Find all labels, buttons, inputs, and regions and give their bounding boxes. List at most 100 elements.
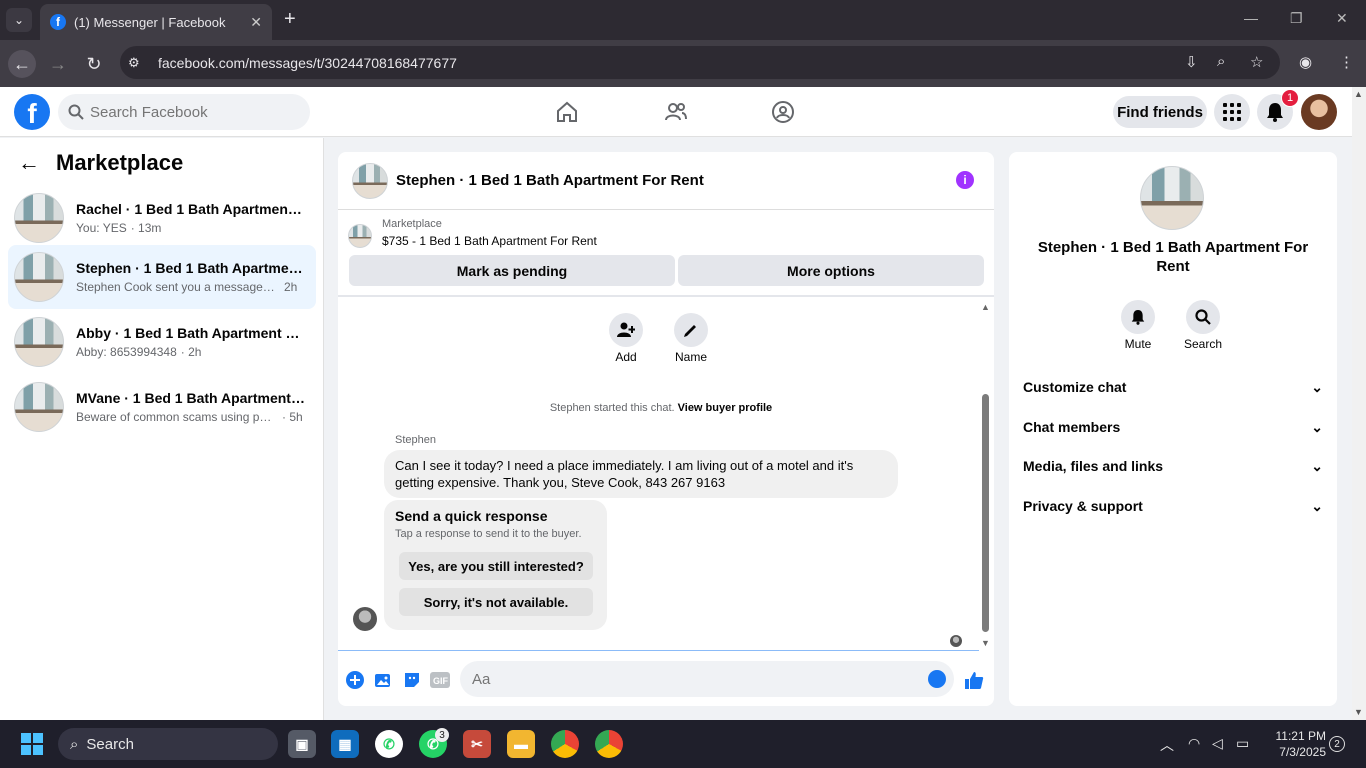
conversation-preview: You: YES bbox=[76, 221, 127, 235]
section-label: Media, files and links bbox=[1023, 458, 1164, 474]
photo-icon[interactable] bbox=[373, 670, 393, 690]
chat-members-section[interactable]: Chat members ⌄ bbox=[1023, 412, 1323, 442]
add-label: Add bbox=[615, 350, 637, 364]
conversation-item[interactable]: Rachel · 1 Bed 1 Bath Apartment F... You… bbox=[8, 186, 316, 250]
info-icon[interactable]: i bbox=[956, 171, 974, 189]
pencil-icon[interactable] bbox=[674, 313, 708, 347]
notification-center-badge[interactable]: 2 bbox=[1329, 736, 1345, 752]
conversation-name: Abby · 1 Bed 1 Bath Apartment For... bbox=[76, 325, 306, 341]
zoom-icon[interactable]: ⌕ bbox=[1217, 53, 1225, 70]
quick-response-title: Send a quick response bbox=[395, 508, 548, 524]
back-arrow-icon[interactable]: ← bbox=[18, 150, 40, 176]
battery-icon[interactable]: ▭ bbox=[1236, 735, 1249, 752]
mute-label: Mute bbox=[1124, 337, 1152, 351]
scroll-down-icon[interactable]: ▼ bbox=[1354, 707, 1363, 717]
facebook-search[interactable] bbox=[58, 94, 310, 130]
add-person-icon[interactable] bbox=[609, 313, 643, 347]
wifi-icon[interactable]: ◠ bbox=[1188, 735, 1200, 752]
scroll-up-icon[interactable]: ▲ bbox=[1354, 89, 1363, 99]
customize-chat-section[interactable]: Customize chat ⌄ bbox=[1023, 372, 1323, 402]
account-avatar[interactable] bbox=[1301, 94, 1337, 130]
profile-icon[interactable]: ◉ bbox=[1299, 53, 1312, 71]
mark-pending-button[interactable]: Mark as pending bbox=[349, 255, 675, 286]
install-app-icon[interactable]: ⇩ bbox=[1185, 53, 1198, 71]
emoji-icon[interactable] bbox=[928, 670, 946, 688]
started-text: Stephen started this chat. bbox=[549, 402, 675, 414]
back-button[interactable]: ← bbox=[8, 50, 36, 78]
chrome-profile-icon[interactable] bbox=[595, 730, 623, 758]
conversation-name: Stephen · 1 Bed 1 Bath Apartment ... bbox=[76, 260, 306, 276]
clock-date: 7/3/2025 bbox=[1279, 745, 1326, 759]
listing-summary[interactable]: Marketplace $735 - 1 Bed 1 Bath Apartmen… bbox=[348, 218, 597, 248]
privacy-support-section[interactable]: Privacy & support ⌄ bbox=[1023, 491, 1323, 521]
section-label: Privacy & support bbox=[1023, 498, 1143, 514]
thumbs-up-icon[interactable] bbox=[964, 670, 984, 690]
restore-icon[interactable]: ❐ bbox=[1290, 10, 1303, 27]
snipping-tool-icon[interactable]: ✂ bbox=[463, 730, 491, 758]
site-info-icon[interactable]: ⚙ bbox=[128, 55, 152, 71]
conversation-item[interactable]: MVane · 1 Bed 1 Bath Apartment F... Bewa… bbox=[8, 375, 316, 439]
tab-search-button[interactable]: ⌄ bbox=[6, 8, 32, 32]
facebook-header: f Find friends bbox=[0, 87, 1352, 137]
conversation-item-active[interactable]: Stephen · 1 Bed 1 Bath Apartment ... Ste… bbox=[8, 245, 316, 309]
quick-reply-yes-button[interactable]: Yes, are you still interested? bbox=[399, 552, 593, 580]
chat-scrollbar[interactable]: ▲ ▼ bbox=[980, 302, 990, 648]
conversation-preview: Beware of common scams using pay... bbox=[76, 410, 276, 424]
scroll-up-icon[interactable]: ▲ bbox=[981, 302, 990, 312]
minimize-icon[interactable]: — bbox=[1244, 10, 1258, 26]
mute-bell-icon[interactable] bbox=[1121, 300, 1155, 334]
bookmark-star-icon[interactable]: ☆ bbox=[1250, 53, 1263, 71]
browser-tab[interactable]: f (1) Messenger | Facebook ✕ bbox=[40, 4, 272, 40]
volume-icon[interactable]: ◁ bbox=[1212, 735, 1223, 752]
search-input[interactable] bbox=[90, 103, 290, 121]
forward-button[interactable]: → bbox=[44, 50, 72, 78]
listing-avatar[interactable] bbox=[1140, 166, 1204, 230]
taskbar-clock[interactable]: 11:21 PM 7/3/2025 bbox=[1262, 728, 1326, 760]
chevron-down-icon: ⌄ bbox=[1311, 497, 1323, 514]
message-input[interactable] bbox=[472, 670, 912, 688]
listing-price: $735 - 1 Bed 1 Bath Apartment For Rent bbox=[382, 234, 597, 248]
gif-icon[interactable]: GIF bbox=[430, 670, 450, 690]
chat-thumbnail[interactable] bbox=[352, 162, 388, 199]
reload-button[interactable]: ↻ bbox=[80, 50, 108, 78]
chat-title[interactable]: Stephen · 1 Bed 1 Bath Apartment For Ren… bbox=[396, 172, 704, 189]
sticker-icon[interactable] bbox=[402, 670, 422, 690]
scroll-thumb[interactable] bbox=[982, 394, 989, 632]
find-friends-button[interactable]: Find friends bbox=[1113, 96, 1207, 128]
conversation-item[interactable]: Abby · 1 Bed 1 Bath Apartment For... Abb… bbox=[8, 310, 316, 374]
close-window-icon[interactable]: ✕ bbox=[1336, 10, 1348, 27]
scroll-down-icon[interactable]: ▼ bbox=[981, 638, 990, 648]
marketplace-chat-list: ← Marketplace Rachel · 1 Bed 1 Bath Apar… bbox=[0, 138, 324, 720]
page-scrollbar[interactable]: ▲ ▼ bbox=[1352, 87, 1366, 720]
chrome-icon[interactable] bbox=[551, 730, 579, 758]
plus-circle-icon[interactable] bbox=[345, 670, 365, 690]
quick-response-card: Send a quick response Tap a response to … bbox=[384, 500, 607, 630]
more-options-button[interactable]: More options bbox=[678, 255, 984, 286]
message-input-box[interactable] bbox=[460, 661, 954, 697]
chevron-up-icon[interactable]: ︿ bbox=[1160, 735, 1174, 755]
store-icon[interactable]: ▦ bbox=[331, 730, 359, 758]
message-bubble[interactable]: Can I see it today? I need a place immed… bbox=[384, 450, 898, 498]
media-files-section[interactable]: Media, files and links ⌄ bbox=[1023, 451, 1323, 481]
quick-reply-sorry-button[interactable]: Sorry, it's not available. bbox=[399, 588, 593, 616]
windows-taskbar: ⌕ Search ▣ ▦ ✆ ✆ 3 ✂ ▬ ︿ ◠ ◁ ▭ 11:21 PM … bbox=[0, 720, 1366, 768]
whatsapp-icon[interactable]: ✆ bbox=[375, 730, 403, 758]
windows-start-icon[interactable] bbox=[21, 733, 43, 755]
taskbar-search[interactable]: ⌕ Search bbox=[58, 728, 278, 760]
menu-icon[interactable]: ⋮ bbox=[1339, 53, 1354, 71]
chat-header: Stephen · 1 Bed 1 Bath Apartment For Ren… bbox=[338, 152, 994, 210]
listing-label: Marketplace bbox=[382, 218, 442, 230]
new-tab-button[interactable]: + bbox=[284, 9, 296, 29]
composer-divider bbox=[338, 650, 979, 651]
home-icon[interactable] bbox=[554, 99, 580, 125]
file-explorer-icon[interactable]: ▬ bbox=[507, 730, 535, 758]
url-bar[interactable]: ⚙ facebook.com/messages/t/30244708168477… bbox=[120, 46, 1280, 79]
close-tab-icon[interactable]: ✕ bbox=[250, 14, 262, 31]
facebook-logo-icon[interactable]: f bbox=[14, 94, 50, 130]
task-view-icon[interactable]: ▣ bbox=[288, 730, 316, 758]
groups-icon[interactable] bbox=[770, 99, 796, 125]
menu-grid-icon[interactable] bbox=[1214, 94, 1250, 130]
search-in-chat-icon[interactable] bbox=[1186, 300, 1220, 334]
view-buyer-profile-link[interactable]: View buyer profile bbox=[678, 402, 773, 414]
friends-icon[interactable] bbox=[663, 99, 689, 125]
